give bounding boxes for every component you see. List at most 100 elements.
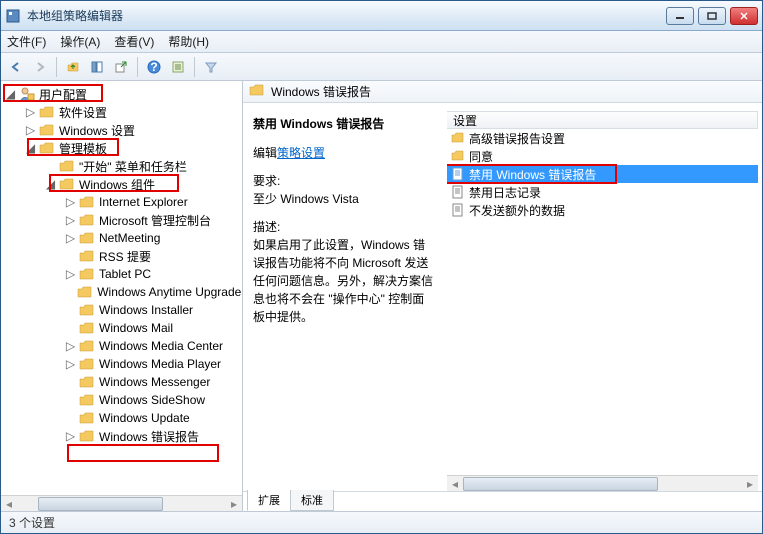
forward-button[interactable] — [29, 56, 51, 78]
tree-label: NetMeeting — [99, 231, 160, 245]
tree-node-windows-components[interactable]: ◢ Windows 组件 — [1, 175, 242, 193]
folder-icon — [79, 230, 95, 246]
tree-node-mmc[interactable]: ▷Microsoft 管理控制台 — [1, 211, 242, 229]
tree-node-user-config[interactable]: ◢ 用户配置 — [1, 85, 242, 103]
tab-standard[interactable]: 标准 — [290, 490, 334, 511]
toolbar-separator — [194, 57, 195, 77]
minimize-button[interactable] — [666, 7, 694, 25]
tree-node-messenger[interactable]: ▷Windows Messenger — [1, 373, 242, 391]
expand-icon[interactable]: ▷ — [65, 431, 76, 442]
tree-node-netmeeting[interactable]: ▷ NetMeeting — [1, 229, 242, 247]
folder-icon — [451, 131, 465, 145]
menu-view[interactable]: 查看(V) — [114, 33, 154, 50]
tree-label: Internet Explorer — [99, 195, 188, 209]
settings-item-disable-log[interactable]: 禁用日志记录 — [447, 183, 758, 201]
collapse-icon[interactable]: ◢ — [45, 179, 56, 190]
export-button[interactable] — [110, 56, 132, 78]
settings-item-disable-wer[interactable]: 禁用 Windows 错误报告 — [447, 165, 758, 183]
folder-icon — [79, 266, 95, 282]
folder-icon — [79, 410, 95, 426]
expand-icon[interactable]: ▷ — [65, 359, 76, 370]
properties-button[interactable] — [167, 56, 189, 78]
expand-icon[interactable]: ▷ — [65, 197, 76, 208]
tree-label: Windows Update — [99, 411, 190, 425]
tree-label: 软件设置 — [59, 104, 107, 121]
menu-action[interactable]: 操作(A) — [60, 33, 100, 50]
tree-label: Windows SideShow — [99, 393, 205, 407]
right-horizontal-scrollbar[interactable]: ◂ ▸ — [447, 475, 758, 491]
expand-icon[interactable]: ▷ — [65, 269, 76, 280]
collapse-icon[interactable]: ◢ — [5, 89, 16, 100]
tree-node-installer[interactable]: ▷Windows Installer — [1, 301, 242, 319]
tree-label: RSS 提要 — [99, 248, 151, 265]
expand-icon[interactable]: ▷ — [65, 233, 76, 244]
tree-node-windows-settings[interactable]: ▷ Windows 设置 — [1, 121, 242, 139]
details-pane: Windows 错误报告 禁用 Windows 错误报告 编辑策略设置 要求:至… — [243, 81, 762, 511]
window-title: 本地组策略编辑器 — [27, 7, 666, 24]
user-config-icon — [19, 86, 35, 102]
collapse-icon[interactable]: ◢ — [25, 143, 36, 154]
up-folder-button[interactable] — [62, 56, 84, 78]
highlight-box — [67, 444, 219, 462]
tree-node-mediacenter[interactable]: ▷Windows Media Center — [1, 337, 242, 355]
policy-icon — [451, 167, 465, 181]
description-text: 如果启用了此设置，Windows 错误报告功能将不向 Microsoft 发送任… — [253, 238, 433, 324]
tree-node-anytime[interactable]: ▷Windows Anytime Upgrade — [1, 283, 242, 301]
requirements-label: 要求: — [253, 174, 280, 188]
settings-item-no-extra[interactable]: 不发送额外的数据 — [447, 201, 758, 219]
expand-icon[interactable]: ▷ — [65, 341, 76, 352]
expand-icon[interactable]: ▷ — [25, 107, 36, 118]
expand-icon[interactable]: ▷ — [65, 215, 76, 226]
help-button[interactable]: ? — [143, 56, 165, 78]
tree-label: Windows Messenger — [99, 375, 210, 389]
policy-tree[interactable]: ◢ 用户配置 ▷ 软件设置 ▷ Windows 设置 ◢ 管理模 — [1, 85, 242, 445]
menu-file[interactable]: 文件(F) — [7, 33, 46, 50]
folder-icon — [77, 284, 93, 300]
tree-label: 管理模板 — [59, 140, 107, 157]
show-hide-tree-button[interactable] — [86, 56, 108, 78]
settings-item-advanced[interactable]: 高级错误报告设置 — [447, 129, 758, 147]
tree-label: 用户配置 — [39, 86, 87, 103]
settings-list-column: 设置 高级错误报告设置 同意 禁用 Windows 错误报告 — [443, 103, 762, 491]
tree-node-update[interactable]: ▷Windows Update — [1, 409, 242, 427]
tree-node-mediaplayer[interactable]: ▷Windows Media Player — [1, 355, 242, 373]
tree-node-mail[interactable]: ▷Windows Mail — [1, 319, 242, 337]
tree-node-ie[interactable]: ▷ Internet Explorer — [1, 193, 242, 211]
edit-policy-link[interactable]: 策略设置 — [277, 146, 325, 160]
settings-item-consent[interactable]: 同意 — [447, 147, 758, 165]
tree-label: Windows Anytime Upgrade — [97, 285, 241, 299]
maximize-button[interactable] — [698, 7, 726, 25]
folder-icon — [79, 392, 95, 408]
tree-node-sideshow[interactable]: ▷Windows SideShow — [1, 391, 242, 409]
expand-icon[interactable]: ▷ — [25, 125, 36, 136]
folder-icon — [79, 356, 95, 372]
close-button[interactable] — [730, 7, 758, 25]
folder-icon — [79, 248, 95, 264]
tree-node-error-reporting[interactable]: ▷Windows 错误报告 — [1, 427, 242, 445]
left-horizontal-scrollbar[interactable]: ◂ ▸ — [1, 495, 242, 511]
tree-node-software-settings[interactable]: ▷ 软件设置 — [1, 103, 242, 121]
settings-column-header[interactable]: 设置 — [447, 111, 758, 129]
settings-list[interactable]: 高级错误报告设置 同意 禁用 Windows 错误报告 禁用日志记录 — [447, 129, 758, 475]
back-button[interactable] — [5, 56, 27, 78]
tree-label: Windows 组件 — [79, 176, 155, 193]
settings-item-label: 不发送额外的数据 — [469, 202, 565, 219]
tree-node-rss[interactable]: ▷RSS 提要 — [1, 247, 242, 265]
policy-icon — [451, 203, 465, 217]
tree-node-admin-templates[interactable]: ◢ 管理模板 — [1, 139, 242, 157]
tree-node-tabletpc[interactable]: ▷Tablet PC — [1, 265, 242, 283]
menu-help[interactable]: 帮助(H) — [168, 33, 209, 50]
edit-label: 编辑 — [253, 146, 277, 160]
folder-icon — [79, 374, 95, 390]
tree-node-start-taskbar[interactable]: ▷ "开始" 菜单和任务栏 — [1, 157, 242, 175]
description-column: 禁用 Windows 错误报告 编辑策略设置 要求: 至少 Windows Vis… — [243, 103, 443, 491]
requirements-value: 至少 Windows Vista — [253, 192, 359, 206]
folder-icon — [79, 320, 95, 336]
status-text: 3 个设置 — [9, 514, 55, 531]
folder-icon — [79, 338, 95, 354]
folder-icon — [79, 302, 95, 318]
selected-policy-title: 禁用 Windows 错误报告 — [253, 115, 433, 132]
filter-button[interactable] — [200, 56, 222, 78]
tab-extended[interactable]: 扩展 — [247, 490, 291, 511]
folder-icon — [79, 428, 95, 444]
